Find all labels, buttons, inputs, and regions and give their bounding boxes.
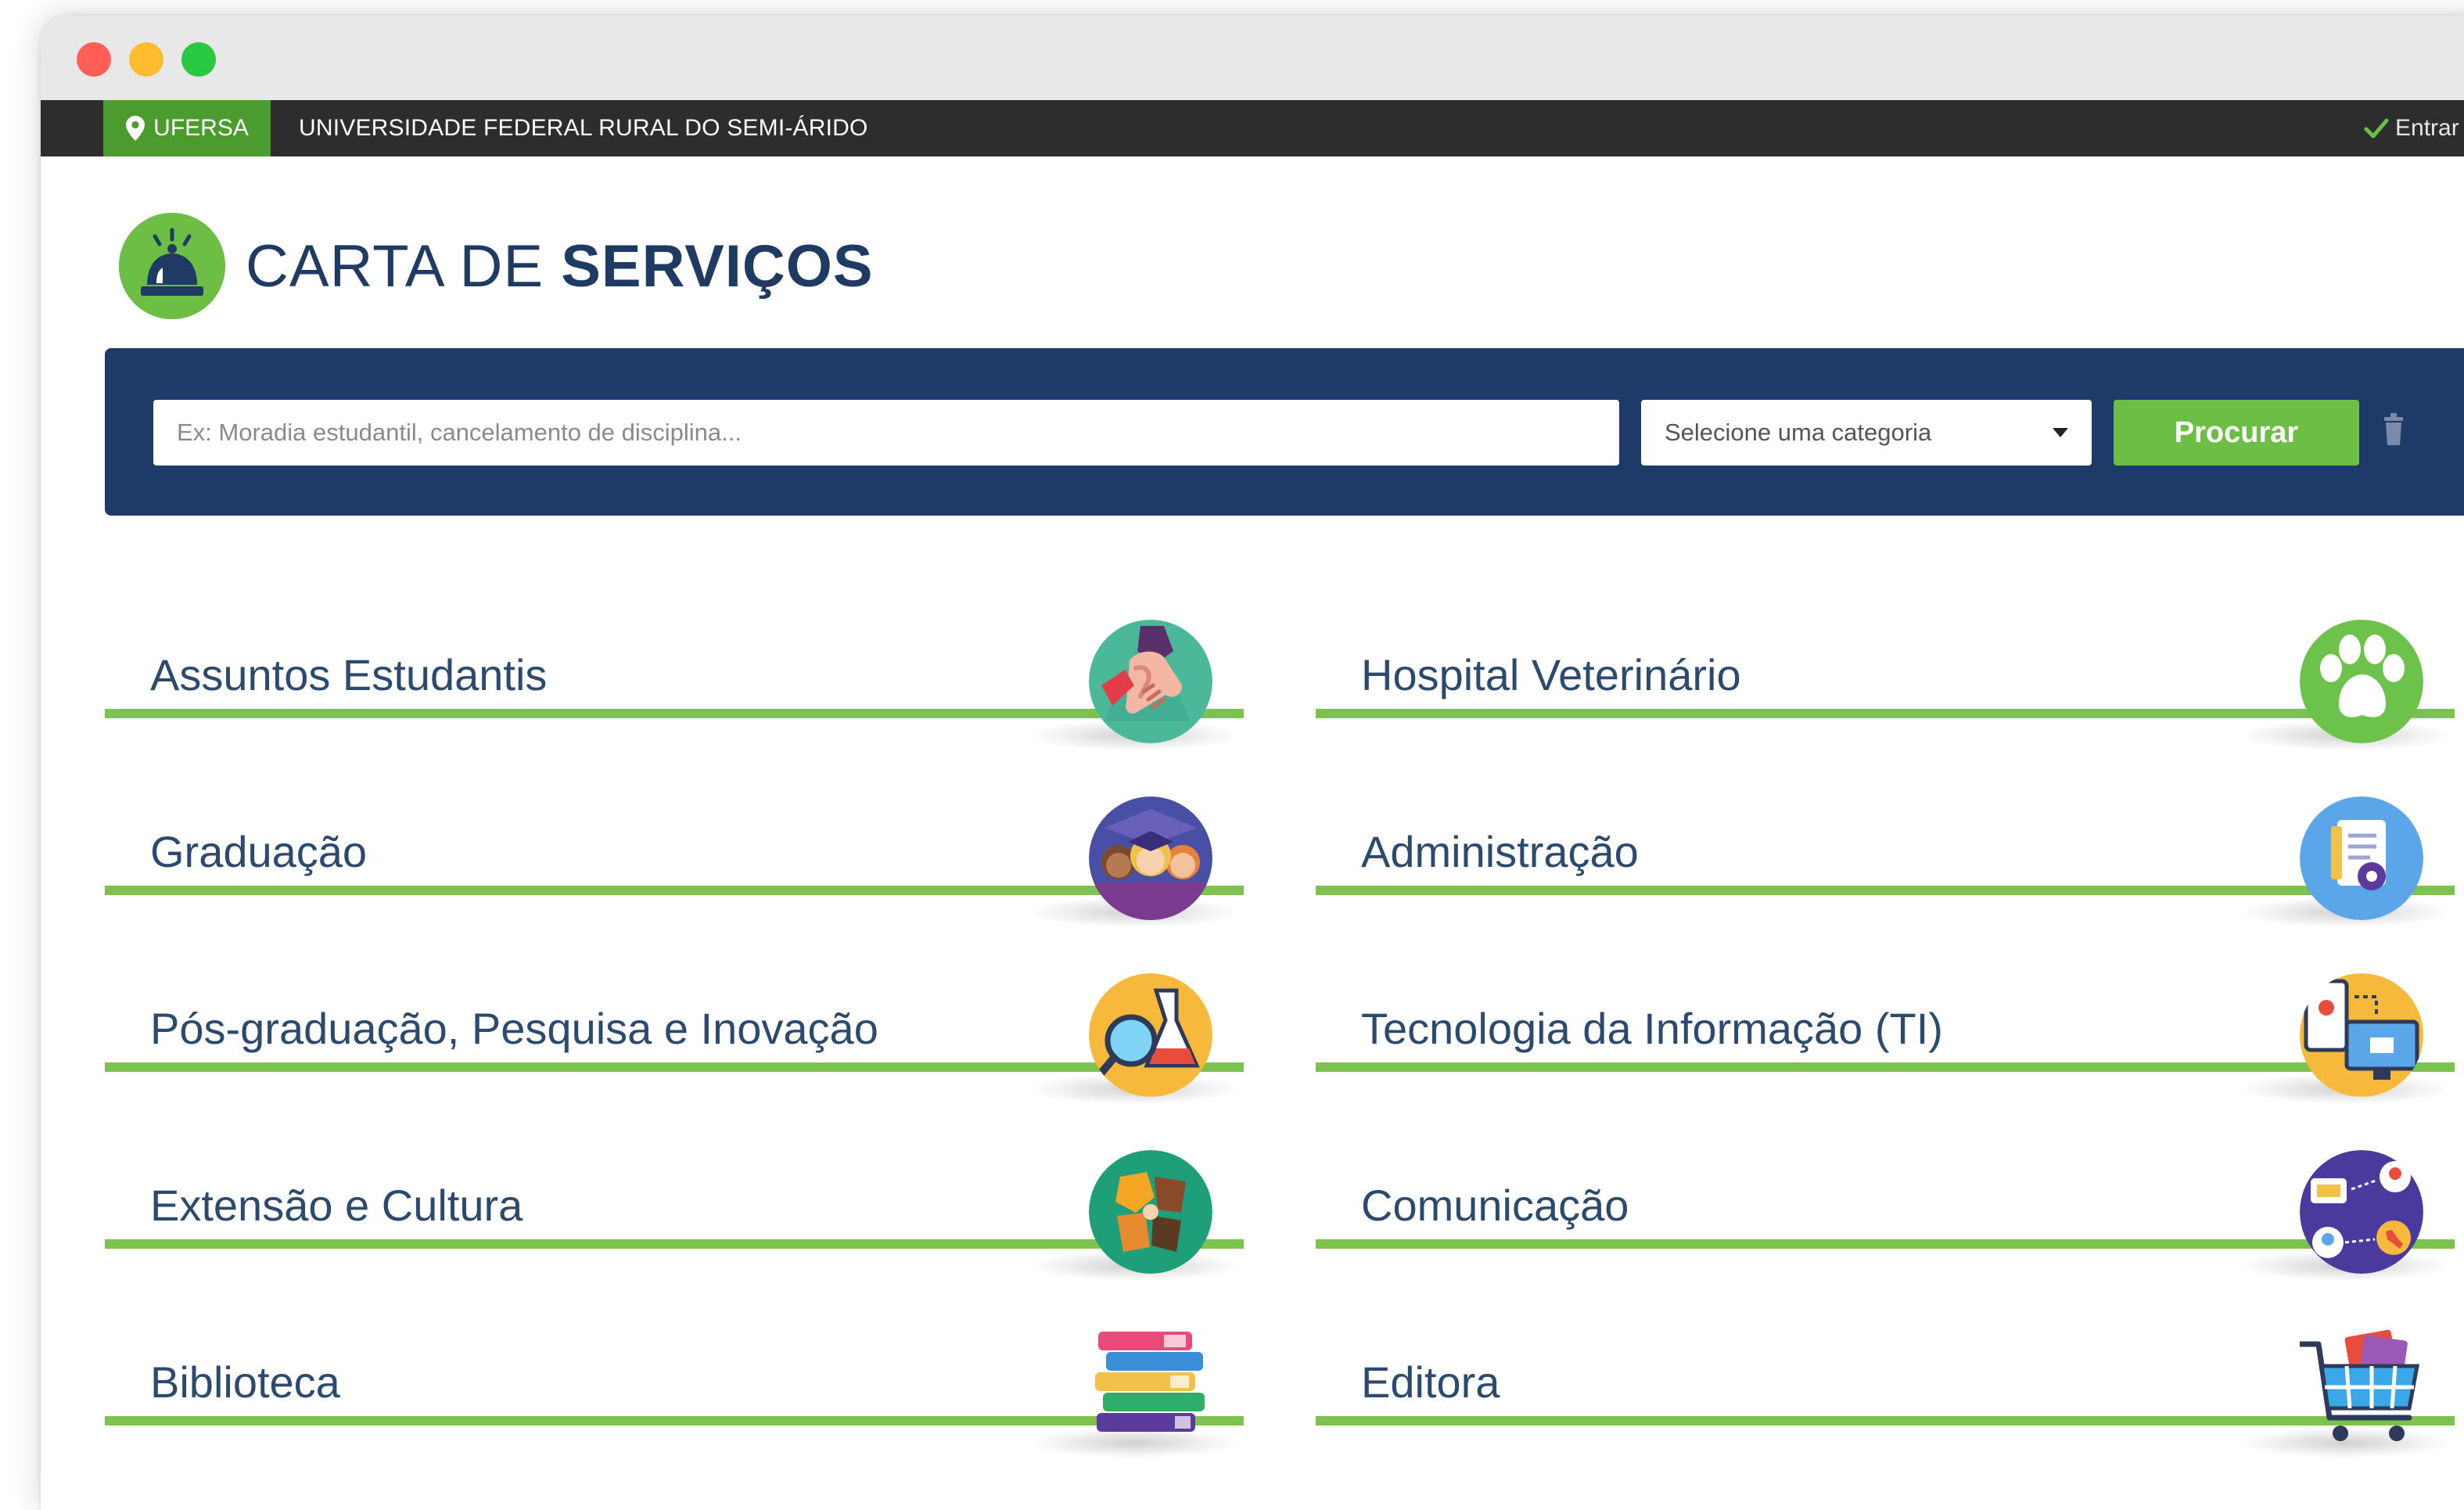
service-item-graduacao[interactable]: Graduação [105,787,1244,944]
service-underline [1316,886,2455,895]
service-label: Pós-graduação, Pesquisa e Inovação [150,1004,878,1053]
search-input[interactable] [153,400,1619,466]
service-underline [105,1239,1244,1249]
login-label: Entrar [2395,115,2459,141]
service-item-assuntos-estudantis[interactable]: Assuntos Estudantis [105,610,1244,767]
service-label: Comunicação [1361,1181,1629,1230]
trash-icon[interactable] [2383,412,2405,447]
service-underline [1316,1062,2455,1072]
service-label: Graduação [150,827,368,876]
service-item-biblioteca[interactable]: Biblioteca [105,1318,1244,1474]
puzzle-hands-icon [1089,1150,1212,1274]
page-title-bold: SERVIÇOS [561,232,874,300]
service-item-hospital-veterinario[interactable]: Hospital Veterinário [1316,610,2455,767]
shopping-cart-icon [2300,1327,2423,1451]
service-item-comunicacao[interactable]: Comunicação [1316,1141,2455,1297]
service-label: Editora [1361,1357,1500,1407]
search-bar: Selecione uma categoria Procurar [105,348,2464,516]
service-label: Assuntos Estudantis [150,650,548,699]
service-label: Administração [1361,827,1639,876]
service-label: Extensão e Cultura [150,1181,523,1230]
service-item-administracao[interactable]: Administração [1316,787,2455,944]
service-label: Biblioteca [150,1357,340,1407]
service-item-pos-graduacao[interactable]: Pós-graduação, Pesquisa e Inovação [105,964,1244,1120]
university-name: UNIVERSIDADE FEDERAL RURAL DO SEMI-ÁRIDO [299,115,868,141]
magnifier-flask-icon [1089,973,1212,1097]
minimize-window-button[interactable] [129,42,163,77]
services-grid: Assuntos Estudantis Hospital Veterinário [105,610,2464,1494]
check-icon [2364,118,2389,138]
page-title: CARTA DE SERVIÇOS [246,232,874,300]
chevron-down-icon [2053,428,2068,437]
books-stack-icon [1089,1327,1212,1451]
paw-icon [2300,620,2423,743]
title-bar [41,16,2464,100]
page-title-light: CARTA DE [246,232,544,300]
login-link[interactable]: Entrar [2364,100,2464,156]
handshake-icon [1089,620,1212,743]
service-bell-icon [119,213,225,319]
service-underline [105,1416,1244,1426]
brand-label: UFERSA [153,115,249,141]
communication-network-icon [2300,1150,2423,1274]
search-button[interactable]: Procurar [2114,400,2359,466]
service-item-extensao-cultura[interactable]: Extensão e Cultura [105,1141,1244,1297]
devices-icon [2300,973,2423,1097]
service-underline [105,1062,1244,1072]
service-underline [1316,1239,2455,1249]
page-header: CARTA DE SERVIÇOS [119,211,874,321]
top-bar: UFERSA UNIVERSIDADE FEDERAL RURAL DO SEM… [41,100,2464,156]
category-select[interactable]: Selecione uma categoria [1641,400,2092,466]
service-underline [1316,1416,2455,1426]
service-underline [105,886,1244,895]
service-item-editora[interactable]: Editora [1316,1318,2455,1474]
category-select-value: Selecione uma categoria [1665,419,1932,446]
brand-link[interactable]: UFERSA [103,100,271,156]
service-underline [1316,709,2455,718]
service-label: Hospital Veterinário [1361,650,1741,699]
service-label: Tecnologia da Informação (TI) [1361,1004,1943,1053]
service-item-tecnologia-informacao[interactable]: Tecnologia da Informação (TI) [1316,964,2455,1120]
zoom-window-button[interactable] [181,42,216,77]
graduates-icon [1089,796,1212,920]
service-underline [105,709,1244,718]
document-gear-icon [2300,796,2423,920]
map-pin-icon [126,116,145,141]
browser-window: UFERSA UNIVERSIDADE FEDERAL RURAL DO SEM… [41,16,2464,1510]
close-window-button[interactable] [77,42,111,77]
